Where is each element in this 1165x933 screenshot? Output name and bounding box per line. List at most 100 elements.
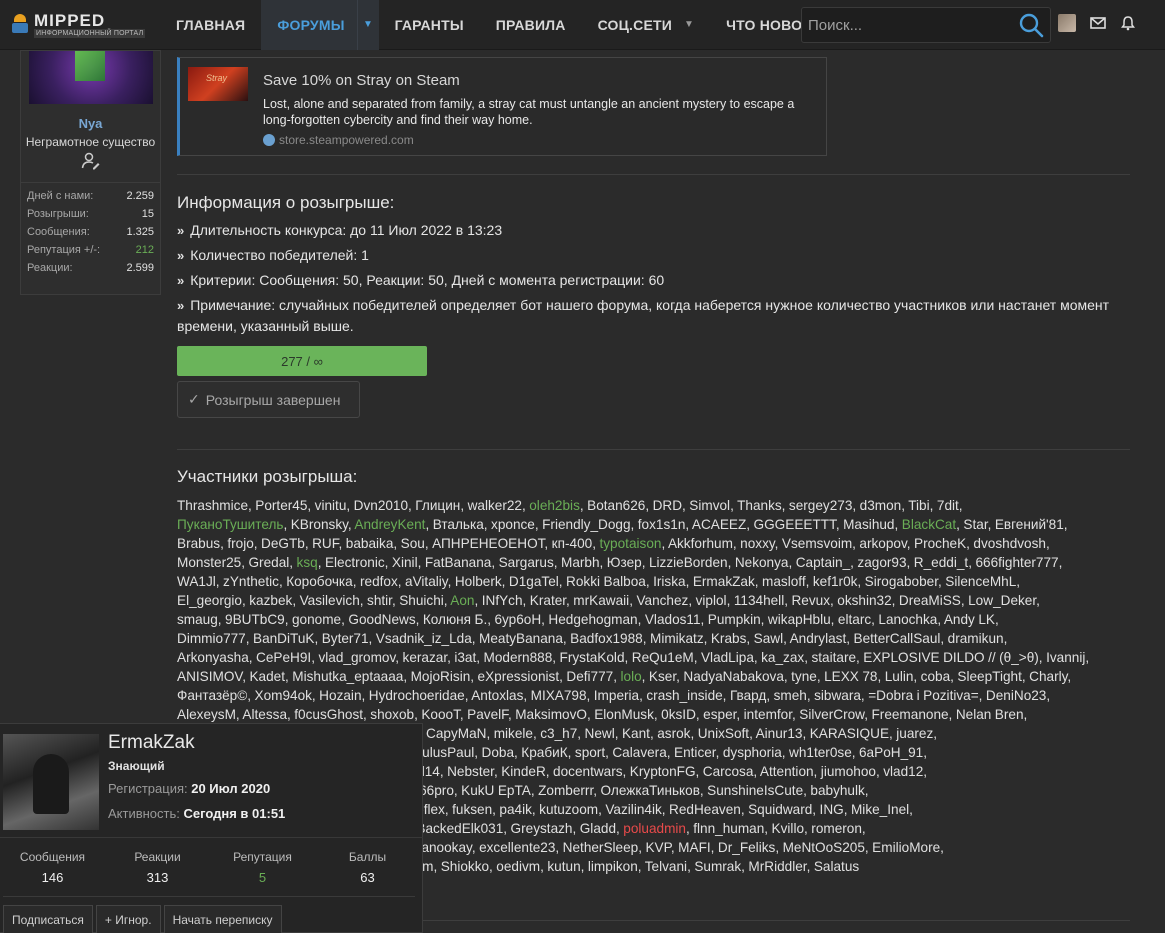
site-logo[interactable]: MIPPED ИНФОРМАЦИОННЫЙ ПОРТАЛ: [0, 0, 160, 50]
header-icons: [1058, 14, 1136, 32]
chevron-down-icon: ▼: [684, 19, 695, 30]
participants-line: Monster25, Gredal, ksq, Electronic, Xini…: [177, 553, 1137, 572]
participant-names[interactable]: WA1Jl, zYnthetic, Коробочка, redfox, aVi…: [177, 574, 1020, 589]
logo-icon: [12, 13, 28, 36]
participant-highlight[interactable]: BlackCat: [902, 517, 956, 532]
participant-names[interactable]: , Akkforhum, noxxy, Vsemsvoim, arkopov, …: [661, 536, 1049, 551]
stat-days: Дней с нами: 2.259: [27, 190, 154, 202]
preview-title[interactable]: Save 10% on Stray on Steam: [263, 72, 460, 89]
participants-title: Участники розыгрыша:: [177, 467, 358, 486]
giveaway-finished-button[interactable]: ✓ Розыгрыш завершен: [177, 381, 360, 418]
divider: [177, 449, 1130, 450]
popup-stat-messages: Сообщения 146: [19, 850, 86, 885]
nav-forums[interactable]: ФОРУМЫ ▼: [261, 0, 379, 50]
stat-reputation: Репутация +/-: 212: [27, 244, 154, 256]
nav-social[interactable]: СОЦ.СЕТИ ▼: [582, 0, 711, 50]
participant-names[interactable]: AlexeysM, Altessa, f0cusGhost, shoxob, K…: [177, 707, 1027, 722]
participant-names[interactable]: Arkonyasha, CePeH9I, vlad_gromov, keraza…: [177, 650, 1089, 665]
user-title: Неграмотное существо: [25, 135, 156, 149]
giveaway-info-list: » Длительность конкурса: до 11 Июл 2022 в…: [177, 220, 1130, 340]
search-input[interactable]: [802, 16, 1012, 34]
participant-names[interactable]: Monster25, Gredal,: [177, 555, 297, 570]
participant-names[interactable]: , KBronsky,: [283, 517, 354, 532]
participant-highlight[interactable]: poluadmin: [623, 821, 686, 836]
participant-names[interactable]: El_georgio, kazbek, Vasilevich, shtir, S…: [177, 593, 450, 608]
participant-highlight[interactable]: lolo: [621, 669, 642, 684]
mail-icon[interactable]: [1090, 16, 1106, 30]
participant-names[interactable]: Brabus, frojo, DeGTb, RUF, babaika, Sou,…: [177, 536, 599, 551]
participant-highlight[interactable]: ksq: [297, 555, 318, 570]
start-conversation-button[interactable]: Начать переписку: [163, 905, 282, 933]
divider: [3, 896, 415, 897]
participant-names[interactable]: , flnn_human, Kvillo, romeron,: [686, 821, 866, 836]
nav-rules[interactable]: ПРАВИЛА: [480, 0, 582, 50]
participant-names[interactable]: , Вталька, xponce, Friendly_Dogg, fox1s1…: [425, 517, 901, 532]
participants-line: Dimmio777, BanDiTuK, Byter71, Vsadnik_iz…: [177, 629, 1137, 648]
double-chevron-icon: »: [177, 298, 185, 313]
participant-highlight[interactable]: AndreyKent: [354, 517, 425, 532]
double-chevron-icon: »: [177, 223, 185, 238]
participant-names[interactable]: Thrashmice, Porter45, vinitu, Dvn2010, Г…: [177, 498, 529, 513]
participant-names[interactable]: ANISIMOV, Kadet, Mishutka_eptaaaa, MojoR…: [177, 669, 621, 684]
participant-highlight[interactable]: Aon: [450, 593, 474, 608]
participant-highlight[interactable]: ПуканоТушитель: [177, 517, 283, 532]
info-criteria: » Критерии: Сообщения: 50, Реакции: 50, Д…: [177, 272, 665, 288]
participant-highlight[interactable]: oleh2bis: [529, 498, 580, 513]
participant-names[interactable]: smaug, 9BUTbC9, gonome, GoodNews, Колюня…: [177, 612, 999, 627]
participant-names[interactable]: , Kser, NadyaNabakova, tyne, LEXX 78, Lu…: [642, 669, 1072, 684]
user-stats: Дней с нами: 2.259 Розыгрыши: 15 Сообщения…: [21, 182, 160, 281]
participant-names[interactable]: , Electronic, Xinil, FatBanana, Sargarus…: [318, 555, 1063, 570]
popup-avatar[interactable]: [3, 734, 99, 830]
participant-names[interactable]: Фантазёр©, Xom94ok, Hozain, Hydrochoerid…: [177, 688, 1050, 703]
username[interactable]: Nya: [21, 116, 160, 131]
giveaway-info-title: Информация о розыгрыше:: [177, 193, 395, 212]
follow-button[interactable]: Подписаться: [3, 905, 93, 933]
user-edit-icon: [81, 152, 99, 170]
user-avatar[interactable]: [29, 51, 153, 104]
search-icon[interactable]: [1018, 12, 1044, 38]
stat-giveaways: Розыгрыши: 15: [27, 208, 154, 220]
user-tooltip-card: ErmakZak Знающий Регистрация: 20 Июл 202…: [0, 723, 423, 933]
participants-line: ПуканоТушитель, KBronsky, AndreyKent, Вт…: [177, 515, 1137, 534]
participant-names[interactable]: , INfYch, Krater, mrKawaii, Vanchez, vip…: [474, 593, 1039, 608]
participants-line: Arkonyasha, CePeH9I, vlad_gromov, keraza…: [177, 648, 1137, 667]
participant-names[interactable]: , Botan626, DRD, Simvol, Thanks, sergey2…: [580, 498, 963, 513]
chevron-down-icon[interactable]: ▼: [356, 0, 379, 50]
account-avatar[interactable]: [1058, 14, 1076, 32]
stat-reactions: Реакции: 2.599: [27, 262, 154, 274]
info-note: » Примечание: случайных победителей опред…: [177, 297, 1110, 334]
logo-subtitle: ИНФОРМАЦИОННЫЙ ПОРТАЛ: [34, 28, 146, 38]
participants-line: smaug, 9BUTbC9, gonome, GoodNews, Колюня…: [177, 610, 1137, 629]
participants-line: El_georgio, kazbek, Vasilevich, shtir, S…: [177, 591, 1137, 610]
preview-thumbnail: Stray: [188, 67, 248, 101]
nav-guarantors[interactable]: ГАРАНТЫ: [379, 0, 480, 50]
post-content: Stray Save 10% on Stray on Steam Lost, a…: [177, 50, 1130, 921]
participants-line: Thrashmice, Porter45, vinitu, Dvn2010, Г…: [177, 496, 1137, 515]
info-duration: » Длительность конкурса: до 11 Июл 2022 в…: [177, 222, 503, 238]
search-box: [801, 7, 1051, 43]
popup-stats: Сообщения 146 Реакции 313 Репутация 5 Баллы…: [0, 837, 423, 897]
popup-stat-points: Баллы 63: [348, 850, 387, 885]
info-winners: » Количество победителей: 1: [177, 247, 369, 263]
post-author-card: Nya Неграмотное существо Дней с нами: 2.2…: [20, 50, 161, 295]
participants-line: AlexeysM, Altessa, f0cusGhost, shoxob, K…: [177, 705, 1137, 724]
stat-messages: Сообщения: 1.325: [27, 226, 154, 238]
preview-source[interactable]: store.steampowered.com: [263, 133, 414, 147]
double-chevron-icon: »: [177, 248, 185, 263]
bell-icon[interactable]: [1120, 15, 1136, 31]
popup-stat-reactions: Реакции 313: [134, 850, 181, 885]
steam-icon: [263, 134, 275, 146]
participants-line: WA1Jl, zYnthetic, Коробочка, redfox, aVi…: [177, 572, 1137, 591]
participant-names[interactable]: , Star, Евгений'81,: [956, 517, 1067, 532]
popup-username[interactable]: ErmakZak: [108, 732, 195, 754]
nav-home[interactable]: ГЛАВНАЯ: [160, 0, 261, 50]
popup-user-rank: Знающий: [108, 759, 165, 773]
popup-actions: Подписаться + Игнор. Начать переписку: [3, 905, 282, 933]
link-preview[interactable]: Stray Save 10% on Stray on Steam Lost, a…: [177, 57, 827, 156]
participants-progress-bar: 277 / ∞: [177, 346, 427, 376]
double-chevron-icon: »: [177, 273, 185, 288]
logo-text: MIPPED: [34, 10, 106, 30]
participant-names[interactable]: Dimmio777, BanDiTuK, Byter71, Vsadnik_iz…: [177, 631, 1007, 646]
ignore-button[interactable]: + Игнор.: [95, 905, 161, 933]
participant-highlight[interactable]: typotaison: [599, 536, 661, 551]
